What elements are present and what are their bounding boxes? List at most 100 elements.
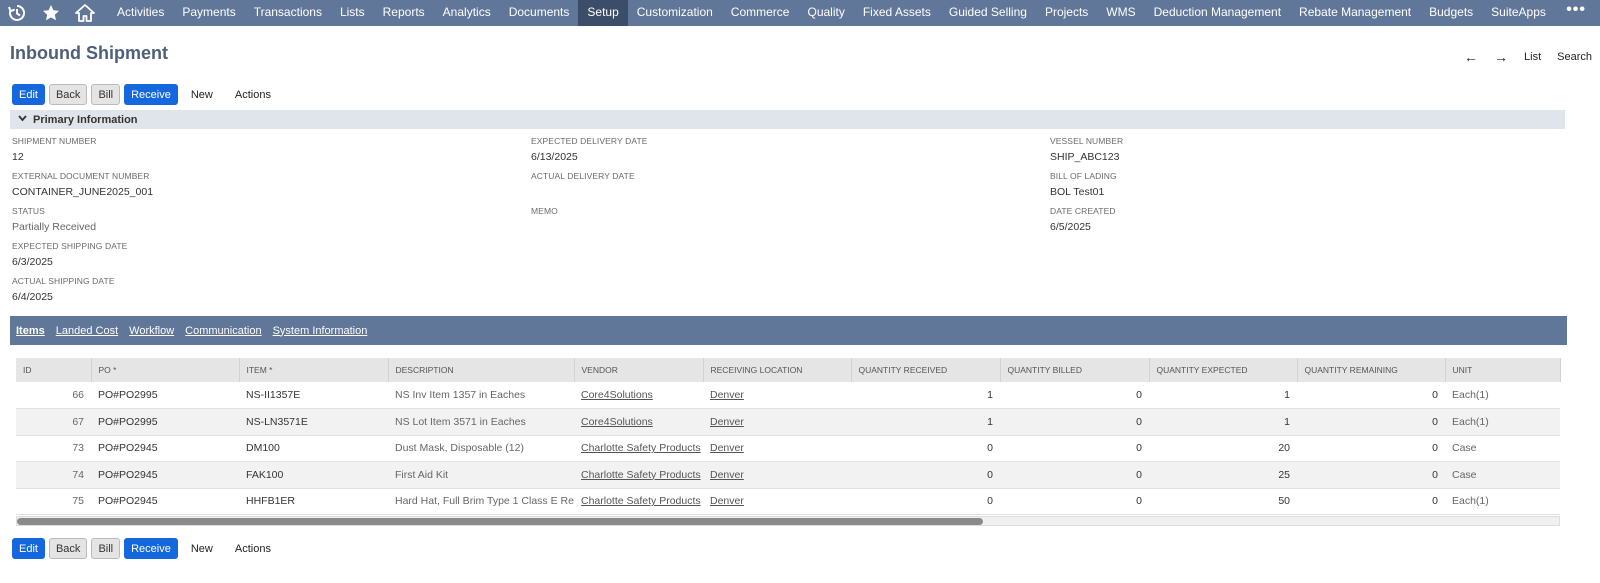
tab-items[interactable]: Items: [16, 325, 45, 337]
previous-record-icon[interactable]: ←: [1464, 49, 1478, 65]
edit-button[interactable]: Edit: [12, 84, 45, 105]
back-button[interactable]: Back: [48, 538, 88, 559]
nav-item-customization[interactable]: Customization: [628, 0, 722, 26]
cell-id: 66: [16, 382, 91, 409]
tab-landed-cost[interactable]: Landed Cost: [56, 325, 118, 337]
home-icon[interactable]: [68, 0, 102, 26]
cell-vendor: Charlotte Safety Products: [574, 488, 703, 515]
cell-po: PO#PO2945: [91, 435, 239, 462]
nav-item-lists[interactable]: Lists: [331, 0, 374, 26]
table-row[interactable]: 74 PO#PO2945 FAK100 First Aid Kit Charlotte …: [16, 461, 1560, 489]
nav-item-commerce[interactable]: Commerce: [722, 0, 799, 26]
cell-quantity-received: 0: [851, 488, 1000, 515]
primary-information-header[interactable]: Primary Information: [10, 110, 1565, 129]
column-header-quantity-remaining[interactable]: Quantity Remaining: [1297, 358, 1446, 382]
vendor-link[interactable]: Charlotte Safety Products: [581, 495, 701, 507]
column-header-description[interactable]: Description: [388, 358, 575, 382]
location-link[interactable]: Denver: [710, 495, 744, 507]
cell-po: PO#PO2995: [91, 382, 239, 409]
column-header-quantity-billed[interactable]: Quantity Billed: [1000, 358, 1150, 382]
vendor-link[interactable]: Charlotte Safety Products: [581, 469, 701, 481]
nav-item-budgets[interactable]: Budgets: [1420, 0, 1482, 26]
edit-button[interactable]: Edit: [12, 538, 45, 559]
actions-menu[interactable]: Actions: [226, 84, 280, 105]
nav-item-documents[interactable]: Documents: [500, 0, 579, 26]
cell-description: NS Lot Item 3571 in Eaches: [388, 408, 574, 436]
column-header-quantity-expected[interactable]: Quantity Expected: [1149, 358, 1298, 382]
cell-item: NS-LN3571E: [239, 408, 388, 436]
field-value: 6/13/2025: [531, 151, 578, 163]
cell-vendor: Core4Solutions: [574, 382, 703, 409]
field-value: [531, 219, 648, 240]
location-link[interactable]: Denver: [710, 416, 744, 428]
nav-item-payments[interactable]: Payments: [173, 0, 244, 26]
scrollbar-thumb[interactable]: [17, 518, 983, 525]
cell-quantity-expected: 1: [1149, 408, 1297, 436]
cell-vendor: Core4Solutions: [574, 408, 703, 436]
tab-communication[interactable]: Communication: [185, 325, 261, 337]
table-row[interactable]: 66 PO#PO2995 NS-II1357E NS Inv Item 1357 in…: [16, 382, 1560, 409]
location-link[interactable]: Denver: [710, 469, 744, 481]
column-header-receiving-location[interactable]: Receiving Location: [703, 358, 852, 382]
new-button[interactable]: New: [182, 84, 222, 105]
bill-button[interactable]: Bill: [91, 84, 121, 105]
column-header-id[interactable]: ID: [16, 358, 92, 382]
vendor-link[interactable]: Core4Solutions: [581, 389, 653, 401]
cell-quantity-received: 1: [851, 408, 1000, 436]
column-header-unit[interactable]: Unit: [1445, 358, 1561, 382]
nav-item-quality[interactable]: Quality: [798, 0, 853, 26]
recent-icon[interactable]: [0, 0, 34, 26]
cell-receiving-location: Denver: [703, 461, 851, 489]
field-memo: Memo: [531, 205, 648, 240]
table-row[interactable]: 73 PO#PO2945 DM100 Dust Mask, Disposable (1…: [16, 435, 1560, 462]
table-row[interactable]: 67 PO#PO2995 NS-LN3571E NS Lot Item 3571 in…: [16, 408, 1560, 436]
location-link[interactable]: Denver: [710, 389, 744, 401]
column-header-vendor[interactable]: Vendor: [574, 358, 704, 382]
receive-button[interactable]: Receive: [124, 84, 178, 105]
nav-item-rebate-management[interactable]: Rebate Management: [1290, 0, 1420, 26]
nav-item-suiteapps[interactable]: SuiteApps: [1482, 0, 1555, 26]
more-menu-icon[interactable]: •••: [1566, 0, 1586, 26]
back-button[interactable]: Back: [48, 84, 88, 105]
top-navigation: Activities Payments Transactions Lists Repor…: [0, 0, 1600, 26]
next-record-icon[interactable]: →: [1494, 49, 1508, 65]
new-button[interactable]: New: [182, 538, 222, 559]
field-value: [531, 184, 648, 205]
field-expected-shipping-date: Expected Shipping Date 6/3/2025: [12, 240, 153, 275]
column-header-item[interactable]: Item *: [239, 358, 389, 382]
cell-quantity-expected: 20: [1149, 435, 1297, 462]
nav-item-reports[interactable]: Reports: [374, 0, 434, 26]
field-status: Status Partially Received: [12, 205, 153, 240]
search-link[interactable]: Search: [1557, 51, 1592, 63]
nav-item-analytics[interactable]: Analytics: [434, 0, 500, 26]
nav-item-transactions[interactable]: Transactions: [245, 0, 331, 26]
vendor-link[interactable]: Charlotte Safety Products: [581, 442, 701, 454]
column-header-po[interactable]: PO *: [91, 358, 240, 382]
cell-id: 75: [16, 488, 91, 515]
column-header-quantity-received[interactable]: Quantity Received: [851, 358, 1001, 382]
star-icon[interactable]: [34, 0, 68, 26]
nav-item-wms[interactable]: WMS: [1097, 0, 1144, 26]
vendor-link[interactable]: Core4Solutions: [581, 416, 653, 428]
cell-quantity-received: 0: [851, 435, 1000, 462]
horizontal-scrollbar[interactable]: [16, 516, 1560, 526]
nav-item-fixed-assets[interactable]: Fixed Assets: [854, 0, 940, 26]
cell-unit: Each(1): [1445, 408, 1560, 436]
tab-system-information[interactable]: System Information: [273, 325, 368, 337]
nav-item-setup[interactable]: Setup: [578, 0, 628, 26]
field-value: Partially Received: [12, 221, 97, 233]
receive-button[interactable]: Receive: [124, 538, 178, 559]
nav-item-activities[interactable]: Activities: [108, 0, 173, 26]
nav-item-guided-selling[interactable]: Guided Selling: [940, 0, 1036, 26]
table-row[interactable]: 75 PO#PO2945 HHFB1ER Hard Hat, Full Brim Ty…: [16, 488, 1560, 515]
nav-item-projects[interactable]: Projects: [1036, 0, 1097, 26]
fields-column-1: Shipment Number 12 External Document Numbe…: [12, 135, 153, 310]
field-actual-shipping-date: Actual Shipping Date 6/4/2025: [12, 275, 153, 310]
cell-quantity-expected: 1: [1149, 382, 1297, 409]
nav-item-deduction-management[interactable]: Deduction Management: [1145, 0, 1290, 26]
tab-workflow[interactable]: Workflow: [129, 325, 174, 337]
list-link[interactable]: List: [1524, 51, 1541, 63]
location-link[interactable]: Denver: [710, 442, 744, 454]
bill-button[interactable]: Bill: [91, 538, 121, 559]
actions-menu[interactable]: Actions: [226, 538, 280, 559]
